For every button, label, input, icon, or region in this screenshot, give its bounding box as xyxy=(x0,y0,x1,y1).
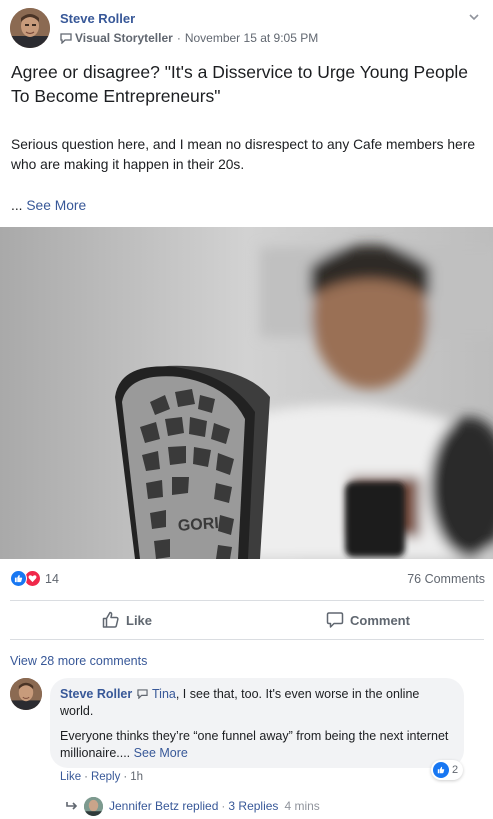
reaction-count: 14 xyxy=(45,571,59,586)
comment-button-label: Comment xyxy=(350,612,410,628)
comment-see-more-link[interactable]: See More xyxy=(134,746,188,760)
post-header: Steve Roller Visual Storyteller · Novemb… xyxy=(0,0,493,52)
comment-actions-separator: · xyxy=(123,771,128,783)
comment-reply-link[interactable]: Reply xyxy=(91,771,120,783)
post-stats: 14 76 Comments xyxy=(0,559,493,597)
view-more-comments-link[interactable]: View 28 more comments xyxy=(10,654,147,668)
see-more-link[interactable]: ... See More xyxy=(11,198,86,213)
like-button-label: Like xyxy=(126,612,153,628)
comment-like-link[interactable]: Like xyxy=(60,771,81,783)
comment-bubble: Steve Roller Tina, I see that, too. It's… xyxy=(50,678,464,768)
ellipsis: ... xyxy=(11,198,23,213)
meta-separator: · xyxy=(176,31,181,45)
post-title: Agree or disagree? "It's a Disservice to… xyxy=(11,62,469,106)
shoe-brand-text: GORI xyxy=(177,515,219,535)
reply-separator: · xyxy=(221,799,226,813)
post-actions-bar: Like Comment xyxy=(10,600,484,640)
comment-mention[interactable]: Tina xyxy=(152,687,176,701)
comment-button[interactable]: Comment xyxy=(326,601,410,639)
replier-name[interactable]: Jennifer Betz replied xyxy=(109,799,218,813)
replies-summary[interactable]: Jennifer Betz replied · 3 Replies 4 mins xyxy=(66,796,320,816)
like-button[interactable]: Like xyxy=(102,601,152,639)
comment-time[interactable]: 1h xyxy=(130,771,143,783)
member-badge[interactable]: Visual Storyteller xyxy=(75,31,173,45)
post-body-text: Serious question here, and I mean no dis… xyxy=(11,137,475,172)
comment-text-2: Everyone thinks they’re “one funnel away… xyxy=(60,729,449,760)
post-meta: Visual Storyteller · November 15 at 9:05… xyxy=(60,31,318,45)
post-image[interactable]: GORI xyxy=(0,227,493,559)
chevron-down-icon[interactable] xyxy=(467,10,481,24)
comment-first-paragraph: Steve Roller Tina, I see that, too. It's… xyxy=(60,686,454,720)
like-reaction-icon xyxy=(10,570,27,587)
comment-second-paragraph: Everyone thinks they’re “one funnel away… xyxy=(60,728,454,762)
reply-time: 4 mins xyxy=(284,799,320,813)
comment-reaction-badge[interactable]: 2 xyxy=(431,760,464,780)
comment-actions: Like · Reply · 1h xyxy=(60,771,143,783)
replies-count[interactable]: 3 Replies xyxy=(228,799,278,813)
comment-reaction-count: 2 xyxy=(452,764,459,776)
like-reaction-icon xyxy=(433,762,449,778)
comment-actions-separator: · xyxy=(84,771,88,783)
post-timestamp[interactable]: November 15 at 9:05 PM xyxy=(185,31,318,45)
thumbs-up-icon xyxy=(102,611,119,628)
post-author-name[interactable]: Steve Roller xyxy=(60,11,135,26)
author-avatar[interactable] xyxy=(10,8,50,48)
comments-count-link[interactable]: 76 Comments xyxy=(407,572,485,586)
reply-arrow-icon xyxy=(66,802,78,810)
speech-bubble-icon xyxy=(60,32,72,44)
replier-avatar xyxy=(84,796,103,816)
see-more-label[interactable]: See More xyxy=(26,198,86,213)
speech-bubble-icon xyxy=(137,689,148,699)
comment-icon xyxy=(326,612,344,628)
reactions-summary[interactable]: 14 xyxy=(10,570,59,587)
commenter-avatar[interactable] xyxy=(10,678,42,710)
comment-author-name[interactable]: Steve Roller xyxy=(60,687,132,701)
